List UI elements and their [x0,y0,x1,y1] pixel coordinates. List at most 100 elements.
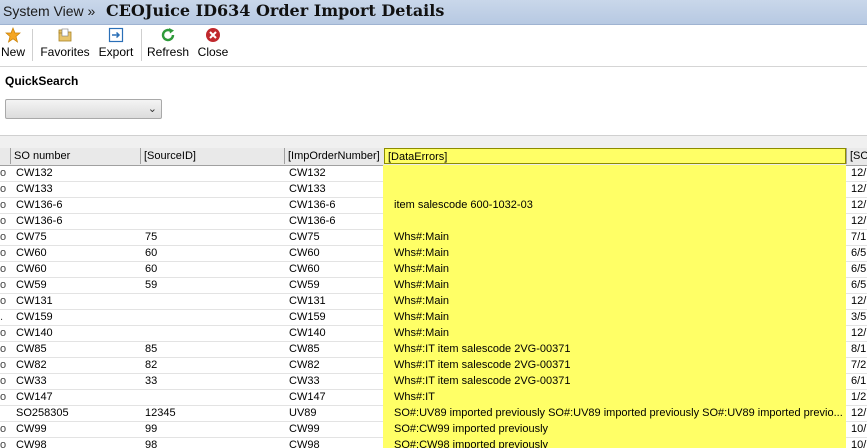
table-row[interactable]: SO258305 12345 UV89 SO#:UV89 imported previ… [0,405,867,422]
table-row[interactable]: o CW33 33 CW33 Whs#:IT item salescode 2VG-00… [0,373,867,390]
row-indicator: o [0,231,7,243]
so-date-cell: 12/ [851,295,867,307]
column-header-imp-order-number[interactable]: [ImpOrderNumber] [284,148,384,164]
table-row[interactable]: o CW98 98 CW98 SO#:CW98 imported previously 1… [0,437,867,448]
source-id-cell: 85 [145,343,158,355]
close-button[interactable]: Close [196,27,230,59]
column-header-so-number[interactable]: SO number [10,148,140,164]
so-number-cell: CW133 [16,183,53,195]
column-header-source-id[interactable]: [SourceID] [140,148,284,164]
imp-order-number-cell: CW59 [289,279,320,291]
so-date-cell: 7/2 [851,359,867,371]
so-number-cell: CW99 [16,423,47,435]
row-indicator: o [0,279,7,291]
page-title: CEOJuice ID634 Order Import Details [106,1,445,20]
table-row[interactable]: o CW75 75 CW75 Whs#:Main 7/1 [0,229,867,246]
breadcrumb-system-view[interactable]: System View » [3,3,95,19]
row-indicator [0,405,12,421]
row-indicator: . [0,311,4,323]
source-id-cell [145,293,281,309]
quicksearch-dropdown[interactable]: ⌄ [5,99,162,119]
so-date-cell: 3/5 [851,311,867,323]
row-indicator: o [0,391,7,403]
so-number-cell: CW60 [16,247,47,259]
table-row[interactable]: o CW136-6 CW136-6 12/ [0,213,867,230]
table-row[interactable]: . CW159 CW159 Whs#:Main 3/5 [0,309,867,326]
close-icon [206,28,220,42]
row-indicator: o [0,263,7,275]
table-row[interactable]: o CW82 82 CW82 Whs#:IT item salescode 2VG-00… [0,357,867,374]
table-row[interactable]: o CW60 60 CW60 Whs#:Main 6/5 [0,245,867,262]
so-date-cell: 7/1 [851,231,867,243]
data-errors-cell: Whs#:Main [383,309,846,325]
table-row[interactable]: o CW136-6 CW136-6 item salescode 600-1032-0… [0,197,867,214]
table-row[interactable]: o CW60 60 CW60 Whs#:Main 6/5 [0,261,867,278]
imp-order-number-cell: CW131 [289,295,326,307]
so-number-cell: CW147 [16,391,53,403]
data-errors-cell: Whs#:IT item salescode 2VG-00371 [383,341,846,357]
column-header-data-errors[interactable]: [DataErrors] [384,148,846,164]
refresh-label: Refresh [147,45,190,59]
grid-header: SO number [SourceID] [ImpOrderNumber] [D… [0,148,867,166]
export-icon [108,27,124,43]
so-number-cell: CW131 [16,295,53,307]
favorites-button[interactable]: Favorites [39,27,91,59]
export-button[interactable]: Export [96,27,136,59]
so-date-cell: 12/ [851,327,867,339]
new-button[interactable]: New [0,27,26,59]
table-row[interactable]: o CW59 59 CW59 Whs#:Main 6/5 [0,277,867,294]
source-id-cell [145,165,281,181]
so-date-cell: 8/1 [851,343,867,355]
refresh-icon [161,28,175,42]
source-id-cell: 99 [145,423,158,435]
so-date-cell: 6/1 [851,375,867,387]
so-date-cell: 12/ [851,167,867,179]
table-row[interactable]: o CW131 CW131 Whs#:Main 12/ [0,293,867,310]
row-indicator: o [0,359,7,371]
so-date-cell: 6/5 [851,263,867,275]
imp-order-number-cell: CW60 [289,263,320,275]
title-bar: System View » CEOJuice ID634 Order Impor… [0,0,867,25]
so-number-cell: CW159 [16,311,53,323]
panel-splitter[interactable] [0,135,867,149]
table-row[interactable]: o CW140 CW140 Whs#:Main 12/ [0,325,867,342]
data-errors-cell: Whs#:IT [383,389,846,405]
source-id-cell: 60 [145,247,158,259]
table-row[interactable]: o CW132 CW132 12/ [0,165,867,182]
table-row[interactable]: o CW147 CW147 Whs#:IT 1/2 [0,389,867,406]
table-row[interactable]: o CW99 99 CW99 SO#:CW99 imported previously 1… [0,421,867,438]
source-id-cell [145,389,281,405]
data-errors-cell: Whs#:Main [383,261,846,277]
data-errors-cell [383,213,846,229]
toolbar-separator [141,29,142,61]
row-indicator: o [0,327,7,339]
source-id-cell: 75 [145,231,158,243]
export-label: Export [98,45,134,59]
so-number-cell: CW59 [16,279,47,291]
so-date-cell: 10/ [851,423,867,435]
data-errors-cell: Whs#:Main [383,325,846,341]
so-number-cell: CW60 [16,263,47,275]
imp-order-number-cell: UV89 [289,407,317,419]
close-label: Close [197,45,229,59]
source-id-cell [145,309,281,325]
table-row[interactable]: o CW85 85 CW85 Whs#:IT item salescode 2VG-00… [0,341,867,358]
column-header-so-date[interactable]: [SO [846,148,867,164]
so-number-cell: CW85 [16,343,47,355]
row-indicator: o [0,295,7,307]
toolbar: New Favorites Export Refresh Close [0,25,867,67]
table-row[interactable]: o CW133 CW133 12/ [0,181,867,198]
data-errors-cell: SO#:CW98 imported previously [383,437,846,448]
so-number-cell: CW82 [16,359,47,371]
source-id-cell: 59 [145,279,158,291]
chevron-down-icon: ⌄ [147,103,157,115]
refresh-button[interactable]: Refresh [147,27,189,59]
imp-order-number-cell: CW136-6 [289,215,336,227]
so-date-cell: 6/5 [851,279,867,291]
imp-order-number-cell: CW75 [289,231,320,243]
data-errors-cell: Whs#:IT item salescode 2VG-00371 [383,357,846,373]
data-errors-cell [383,181,846,197]
data-errors-cell: Whs#:Main [383,293,846,309]
imp-order-number-cell: CW85 [289,343,320,355]
so-date-cell: 1/2 [851,391,867,403]
